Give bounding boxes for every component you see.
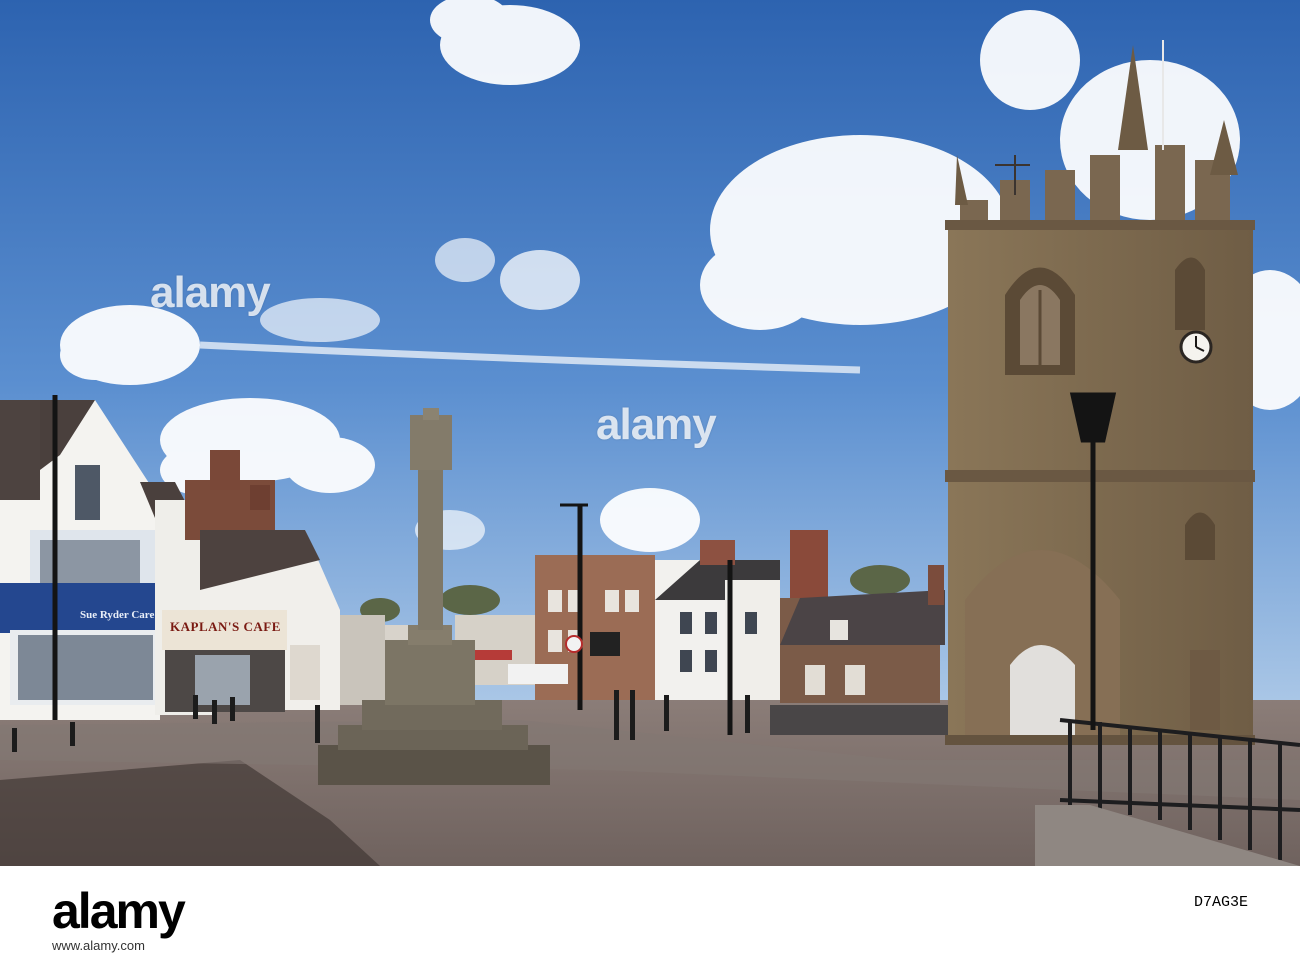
watermark-secondary: alamy [596, 400, 717, 449]
image-id-label: D7AG3E [1193, 894, 1248, 911]
town-square-photo: Sue Ryder Care KAPLAN'S CAFE alamy alamy [0, 0, 1300, 866]
cafe-sign: KAPLAN'S CAFE [170, 619, 281, 634]
charity-shop-sign: Sue Ryder Care [80, 609, 155, 621]
footer-logo: alamy [52, 883, 186, 939]
footer-url[interactable]: www.alamy.com [52, 938, 145, 953]
footer-bar [0, 866, 1300, 956]
watermark-primary: alamy [150, 268, 271, 317]
